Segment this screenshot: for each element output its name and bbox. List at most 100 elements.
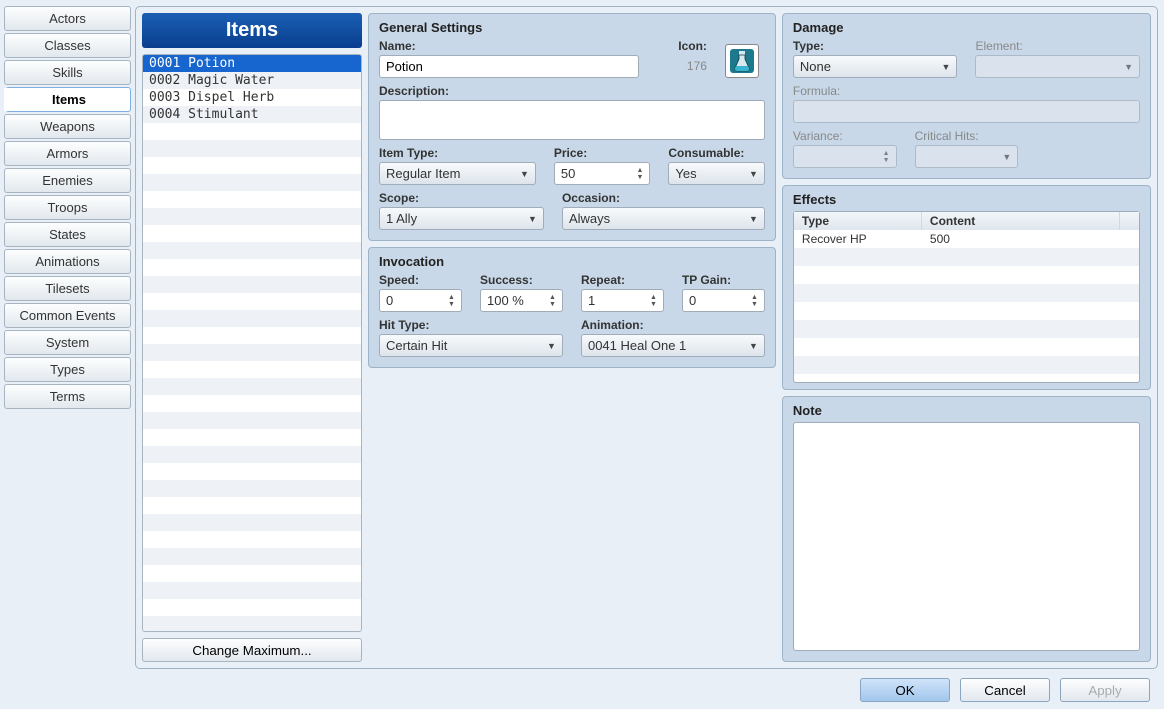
database-tab-sidebar: ActorsClassesSkillsItemsWeaponsArmorsEne… [0, 0, 135, 671]
note-title: Note [793, 403, 1140, 418]
price-input[interactable]: 50▲▼ [554, 162, 651, 185]
spinner-icon[interactable]: ▲▼ [751, 294, 758, 308]
cancel-button[interactable]: Cancel [960, 678, 1050, 702]
effects-row[interactable] [794, 338, 1139, 356]
tab-system[interactable]: System [4, 330, 131, 355]
icon-selector[interactable] [725, 44, 759, 78]
element-select: ▼ [975, 55, 1140, 78]
tab-classes[interactable]: Classes [4, 33, 131, 58]
effects-row[interactable] [794, 320, 1139, 338]
damage-type-label: Type: [793, 39, 958, 53]
tab-tilesets[interactable]: Tilesets [4, 276, 131, 301]
tab-actors[interactable]: Actors [4, 6, 131, 31]
list-item-empty [143, 276, 361, 293]
chevron-down-icon: ▼ [547, 341, 556, 351]
list-item-empty [143, 191, 361, 208]
tab-armors[interactable]: Armors [4, 141, 131, 166]
tab-animations[interactable]: Animations [4, 249, 131, 274]
list-item-empty [143, 208, 361, 225]
list-item-empty [143, 344, 361, 361]
dialog-footer: OK Cancel Apply [0, 671, 1164, 709]
name-label: Name: [379, 39, 639, 53]
chevron-down-icon: ▼ [1002, 152, 1011, 162]
effects-group: Effects Type Content Recover HP500 [782, 185, 1151, 390]
damage-title: Damage [793, 20, 1140, 35]
icon-label: Icon: [678, 39, 707, 53]
tab-enemies[interactable]: Enemies [4, 168, 131, 193]
spinner-icon[interactable]: ▲▼ [650, 294, 657, 308]
list-item-empty [143, 378, 361, 395]
tpgain-input[interactable]: 0▲▼ [682, 289, 765, 312]
tab-terms[interactable]: Terms [4, 384, 131, 409]
note-textarea[interactable] [793, 422, 1140, 651]
list-item-empty [143, 225, 361, 242]
spinner-icon[interactable]: ▲▼ [636, 167, 643, 181]
tab-troops[interactable]: Troops [4, 195, 131, 220]
effects-row[interactable] [794, 266, 1139, 284]
panel-title: Items [142, 13, 362, 48]
icon-index-text: 176 [687, 59, 707, 73]
ok-button[interactable]: OK [860, 678, 950, 702]
list-item-empty [143, 361, 361, 378]
apply-button: Apply [1060, 678, 1150, 702]
description-input[interactable] [379, 100, 765, 140]
crit-label: Critical Hits: [915, 129, 1019, 143]
damage-group: Damage Type: None▼ Element: ▼ Formula: V… [782, 13, 1151, 179]
effects-header-row: Type Content [794, 212, 1139, 230]
effects-row[interactable] [794, 374, 1139, 382]
note-group: Note [782, 396, 1151, 662]
damage-type-select[interactable]: None▼ [793, 55, 958, 78]
effects-row[interactable] [794, 356, 1139, 374]
tab-common-events[interactable]: Common Events [4, 303, 131, 328]
consumable-select[interactable]: Yes▼ [668, 162, 765, 185]
description-label: Description: [379, 84, 765, 98]
scope-select[interactable]: 1 Ally▼ [379, 207, 544, 230]
list-item-empty [143, 259, 361, 276]
effects-row[interactable] [794, 248, 1139, 266]
occasion-select[interactable]: Always▼ [562, 207, 765, 230]
name-input[interactable] [379, 55, 639, 78]
consumable-label: Consumable: [668, 146, 765, 160]
effects-row[interactable] [794, 284, 1139, 302]
list-item[interactable]: 0001 Potion [143, 55, 361, 72]
tab-types[interactable]: Types [4, 357, 131, 382]
list-item-empty [143, 548, 361, 565]
content-panel: Items 0001 Potion0002 Magic Water0003 Di… [135, 6, 1158, 669]
spinner-icon[interactable]: ▲▼ [448, 294, 455, 308]
repeat-input[interactable]: 1▲▼ [581, 289, 664, 312]
success-input[interactable]: 100 %▲▼ [480, 289, 563, 312]
potion-icon [729, 48, 755, 74]
change-maximum-button[interactable]: Change Maximum... [142, 638, 362, 662]
tab-states[interactable]: States [4, 222, 131, 247]
list-item-empty [143, 327, 361, 344]
list-item[interactable]: 0003 Dispel Herb [143, 89, 361, 106]
price-label: Price: [554, 146, 651, 160]
editor-panels: General Settings Name: Icon: 176 [368, 13, 1151, 662]
list-item[interactable]: 0002 Magic Water [143, 72, 361, 89]
effects-row[interactable] [794, 302, 1139, 320]
element-label: Element: [975, 39, 1140, 53]
effects-row[interactable]: Recover HP500 [794, 230, 1139, 248]
hittype-label: Hit Type: [379, 318, 563, 332]
list-item[interactable]: 0004 Stimulant [143, 106, 361, 123]
effects-table[interactable]: Type Content Recover HP500 [793, 211, 1140, 383]
effects-header-type: Type [794, 212, 922, 230]
tab-skills[interactable]: Skills [4, 60, 131, 85]
tab-items[interactable]: Items [4, 87, 131, 112]
list-item-empty [143, 293, 361, 310]
spinner-icon[interactable]: ▲▼ [549, 294, 556, 308]
effects-title: Effects [793, 192, 1140, 207]
chevron-down-icon: ▼ [1124, 62, 1133, 72]
hittype-select[interactable]: Certain Hit▼ [379, 334, 563, 357]
item-type-label: Item Type: [379, 146, 536, 160]
animation-select[interactable]: 0041 Heal One 1▼ [581, 334, 765, 357]
speed-input[interactable]: 0▲▼ [379, 289, 462, 312]
list-item-empty [143, 582, 361, 599]
list-item-empty [143, 140, 361, 157]
chevron-down-icon: ▼ [528, 214, 537, 224]
list-item-empty [143, 463, 361, 480]
tab-weapons[interactable]: Weapons [4, 114, 131, 139]
item-list[interactable]: 0001 Potion0002 Magic Water0003 Dispel H… [142, 54, 362, 632]
list-item-empty [143, 446, 361, 463]
item-type-select[interactable]: Regular Item▼ [379, 162, 536, 185]
